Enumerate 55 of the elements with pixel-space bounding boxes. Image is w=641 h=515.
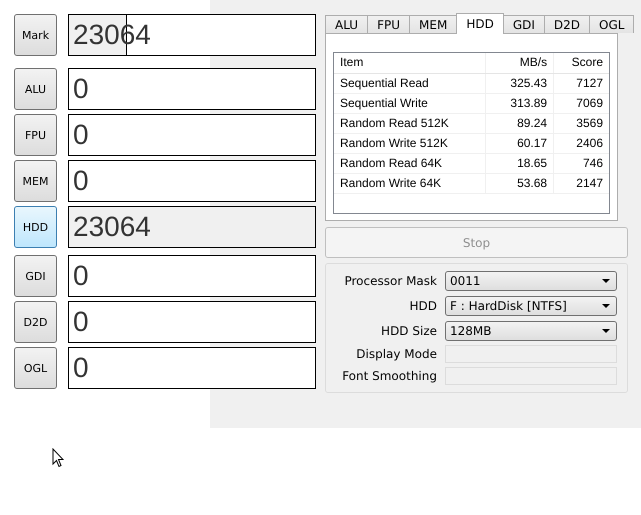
tab[interactable]: FPU [367, 15, 410, 33]
mark-button[interactable]: Mark [14, 14, 57, 56]
table-cell: Random Read 64K [334, 154, 486, 173]
tab[interactable]: HDD [456, 13, 504, 34]
table-cell: 53.68 [486, 174, 554, 193]
table-cell: Sequential Read [334, 74, 486, 93]
table-cell: 60.17 [486, 134, 554, 153]
setting-label: HDD Size [381, 324, 437, 338]
table-cell: Random Write 512K [334, 134, 486, 153]
test-button[interactable]: OGL [14, 347, 57, 389]
score-value: 0 [72, 352, 89, 384]
tab[interactable]: OGL [589, 15, 634, 33]
dropdown[interactable]: F : HardDisk [NTFS] [445, 296, 617, 316]
mouse-pointer-icon [52, 448, 64, 468]
score-value: 0 [72, 165, 89, 197]
column-header[interactable]: Item [334, 53, 486, 73]
column-header[interactable]: Score [554, 53, 609, 73]
test-button[interactable]: HDD [14, 206, 57, 248]
table-cell-text: 3569 [575, 115, 604, 132]
table-cell: 89.24 [486, 114, 554, 133]
table-cell-text: 746 [582, 155, 604, 172]
tab[interactable]: GDI [502, 15, 545, 33]
setting-label: Font Smoothing [342, 369, 437, 383]
dropdown[interactable]: 0011 [445, 270, 617, 290]
score-value: 0 [72, 119, 89, 151]
dropdown-arrow-icon [602, 278, 610, 282]
table-cell-text: 7127 [575, 75, 604, 92]
test-button[interactable]: GDI [14, 255, 57, 297]
test-button[interactable]: ALU [14, 68, 57, 110]
setting-label: HDD [409, 298, 437, 312]
table-cell: 313.89 [486, 94, 554, 113]
score-value: 0 [72, 73, 89, 105]
table-cell: Random Read 512K [334, 114, 486, 133]
dropdown-arrow-icon [602, 328, 610, 332]
table-cell: 18.65 [486, 154, 554, 173]
table-cell: Random Write 64K [334, 174, 486, 193]
dropdown-arrow-icon [602, 304, 610, 308]
table-cell-text: 2147 [575, 175, 604, 192]
column-header[interactable]: MB/s [486, 53, 554, 73]
score-value: 0 [72, 306, 89, 338]
table-cell: Sequential Write [334, 94, 486, 113]
tab[interactable]: D2D [544, 15, 590, 33]
dropdown[interactable]: 128MB [445, 320, 617, 340]
test-button[interactable]: MEM [14, 160, 57, 202]
score-value: 0 [72, 260, 89, 292]
table-cell-text: 2406 [575, 135, 604, 152]
table-cell: 325.43 [486, 74, 554, 93]
score-value: 23064 [72, 211, 151, 243]
setting-label: Processor Mask [344, 274, 437, 288]
test-button[interactable]: D2D [14, 301, 57, 343]
tab[interactable]: ALU [325, 15, 368, 33]
setting-label: Display Mode [356, 347, 437, 361]
tab[interactable]: MEM [409, 15, 458, 33]
test-button[interactable]: FPU [14, 114, 57, 156]
table-cell-text: 7069 [575, 95, 604, 112]
